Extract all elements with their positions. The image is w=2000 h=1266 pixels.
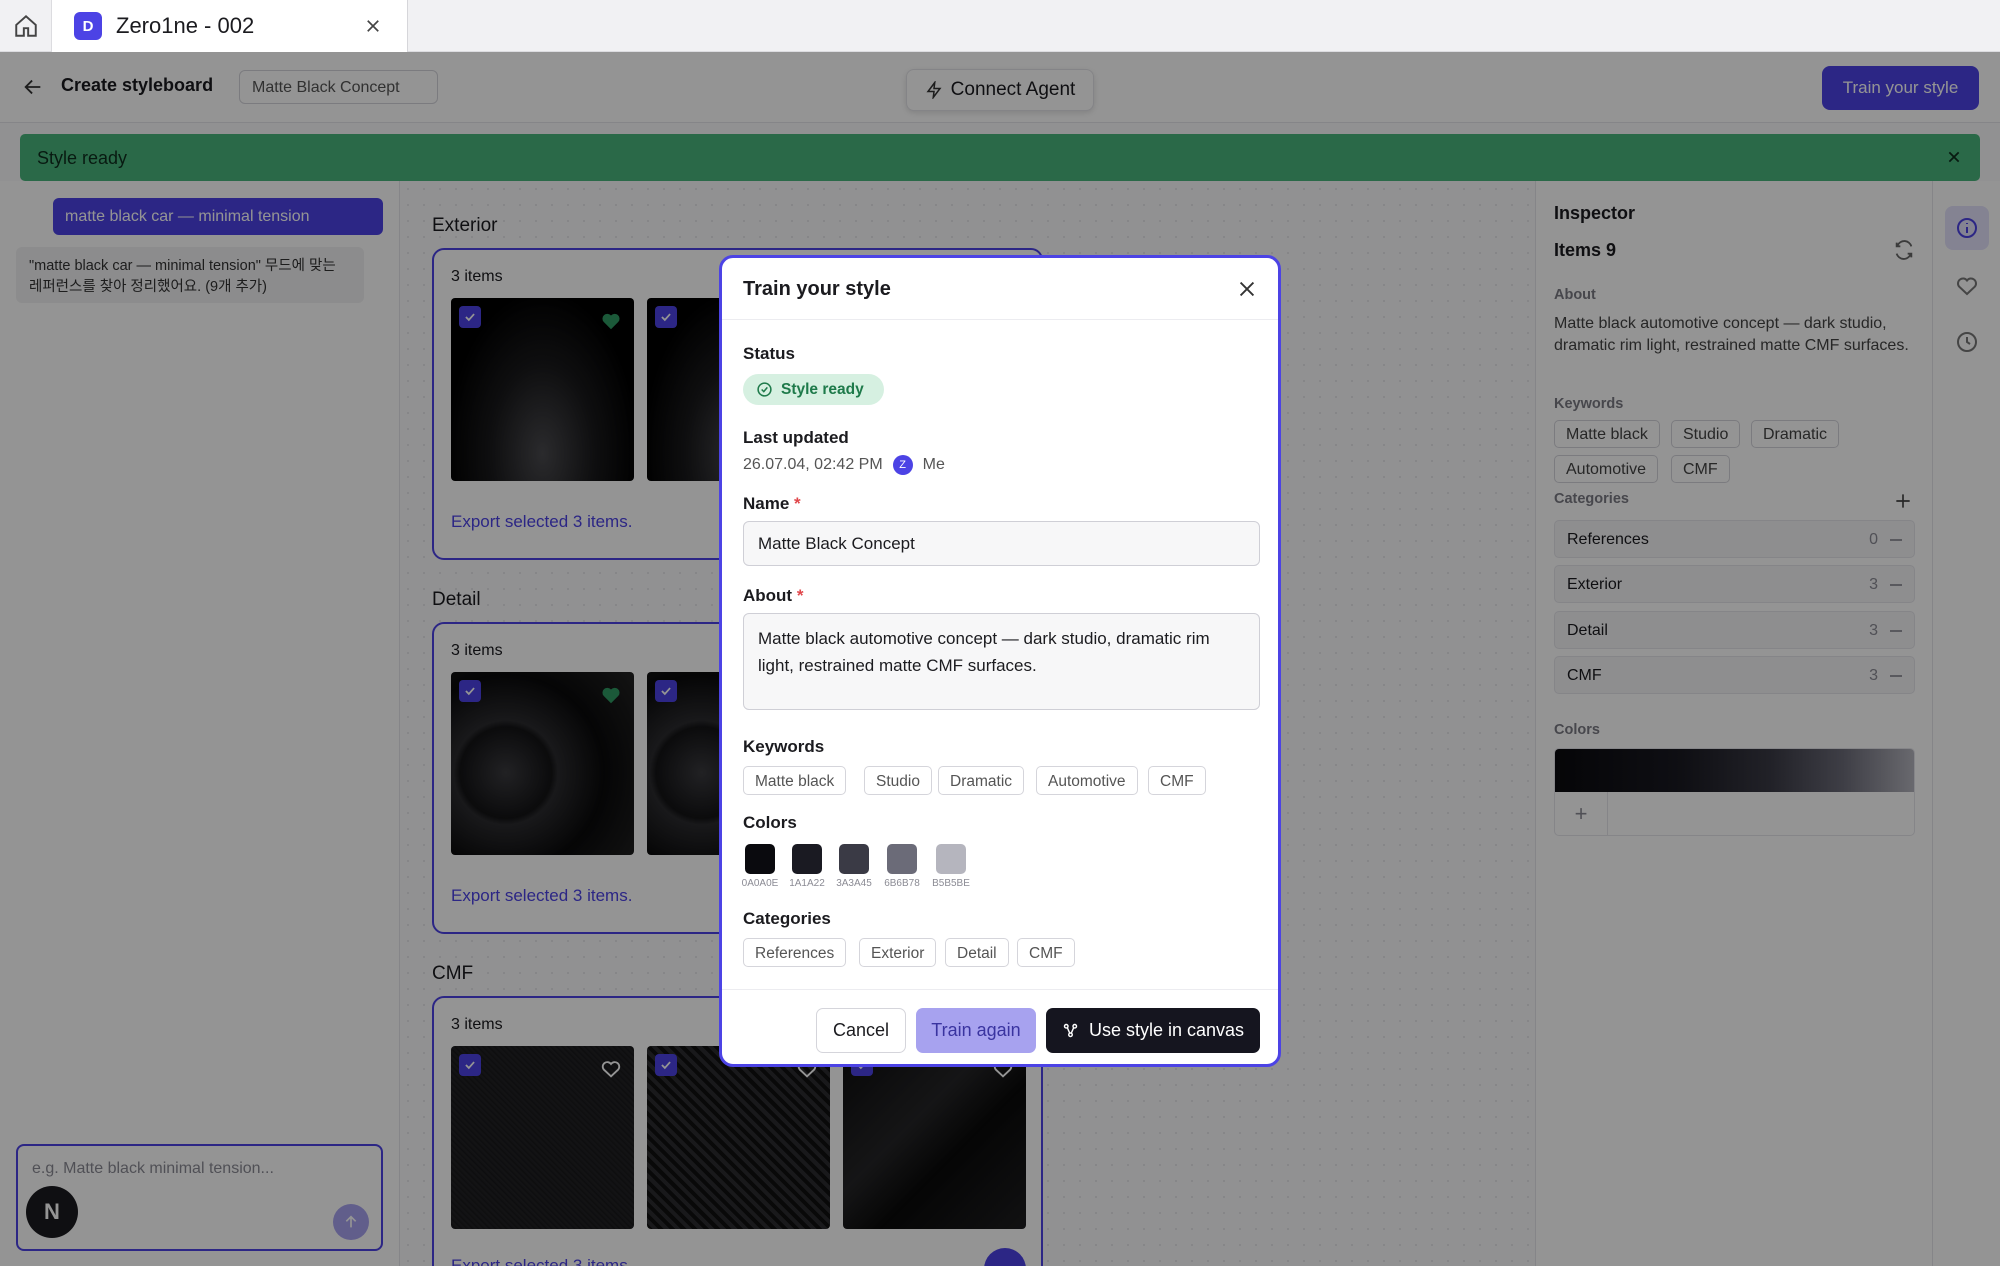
color-hex-label: 1A1A22 — [789, 878, 825, 889]
dialog-header: Train your style — [722, 258, 1278, 320]
train-again-button[interactable]: Train again — [916, 1008, 1036, 1053]
categories-label: Categories — [743, 909, 831, 928]
color-hex-label: 3A3A45 — [836, 878, 872, 889]
status-badge: Style ready — [743, 374, 884, 405]
keyword-chip[interactable]: Automotive — [1036, 766, 1138, 795]
name-label-text: Name — [743, 494, 790, 513]
updated-value: 26.07.04, 02:42 PM — [743, 456, 883, 473]
category-chip[interactable]: Detail — [945, 938, 1009, 967]
use-style-in-canvas-button[interactable]: Use style in canvas — [1046, 1008, 1260, 1053]
status-label: Status — [743, 344, 795, 363]
color-swatch[interactable] — [745, 844, 775, 874]
name-field[interactable]: Matte Black Concept — [743, 521, 1260, 566]
tab-title: Zero1ne - 002 — [116, 13, 255, 38]
color-swatch[interactable] — [936, 844, 966, 874]
required-mark: * — [796, 586, 804, 605]
home-button[interactable] — [0, 0, 52, 52]
tab-badge: D — [74, 12, 102, 40]
category-chip[interactable]: CMF — [1017, 938, 1075, 967]
updated-label: Last updated — [743, 428, 849, 447]
cancel-button[interactable]: Cancel — [816, 1008, 906, 1053]
close-icon — [367, 20, 379, 32]
tab-close-button[interactable] — [361, 14, 385, 38]
use-style-label: Use style in canvas — [1088, 1020, 1245, 1040]
keyword-chip[interactable]: CMF — [1148, 766, 1206, 795]
keyword-chip[interactable]: Dramatic — [938, 766, 1025, 795]
close-icon[interactable] — [1236, 278, 1258, 300]
dialog-footer: Cancel Train again Use style in canvas — [722, 989, 1278, 1064]
color-hex-label: 0A0A0E — [741, 878, 779, 889]
category-chip[interactable]: Exterior — [859, 938, 937, 967]
updated-info: 26.07.04, 02:42 PM Z Me — [743, 455, 945, 475]
updated-by: Me — [922, 456, 945, 473]
keyword-chip[interactable]: Matte black — [743, 766, 847, 795]
color-swatch[interactable] — [887, 844, 917, 874]
name-label: Name * — [743, 494, 801, 514]
category-chip[interactable]: References — [743, 938, 847, 967]
share-nodes-icon — [1063, 1023, 1078, 1038]
about-label-text: About — [743, 586, 793, 605]
keywords-label: Keywords — [743, 737, 825, 756]
colors-label: Colors — [743, 813, 797, 832]
status-text: Style ready — [781, 380, 864, 398]
browser-tab-bar: D Zero1ne - 002 — [0, 0, 2000, 52]
color-swatch[interactable] — [839, 844, 869, 874]
train-style-dialog: Train your style Status Style ready Last… — [719, 255, 1281, 1067]
color-swatch[interactable] — [792, 844, 822, 874]
dialog-title: Train your style — [743, 278, 891, 300]
about-label: About * — [743, 586, 803, 606]
check-circle-icon — [757, 382, 772, 397]
color-hex-label: 6B6B78 — [884, 878, 920, 889]
avatar: Z — [892, 455, 913, 475]
active-tab[interactable]: D Zero1ne - 002 — [52, 0, 408, 52]
required-mark: * — [794, 494, 801, 513]
keyword-chip[interactable]: Studio — [864, 766, 932, 795]
color-hex-label: B5B5BE — [932, 878, 970, 889]
home-icon — [14, 14, 37, 37]
about-field[interactable]: Matte black automotive concept — dark st… — [743, 613, 1260, 710]
